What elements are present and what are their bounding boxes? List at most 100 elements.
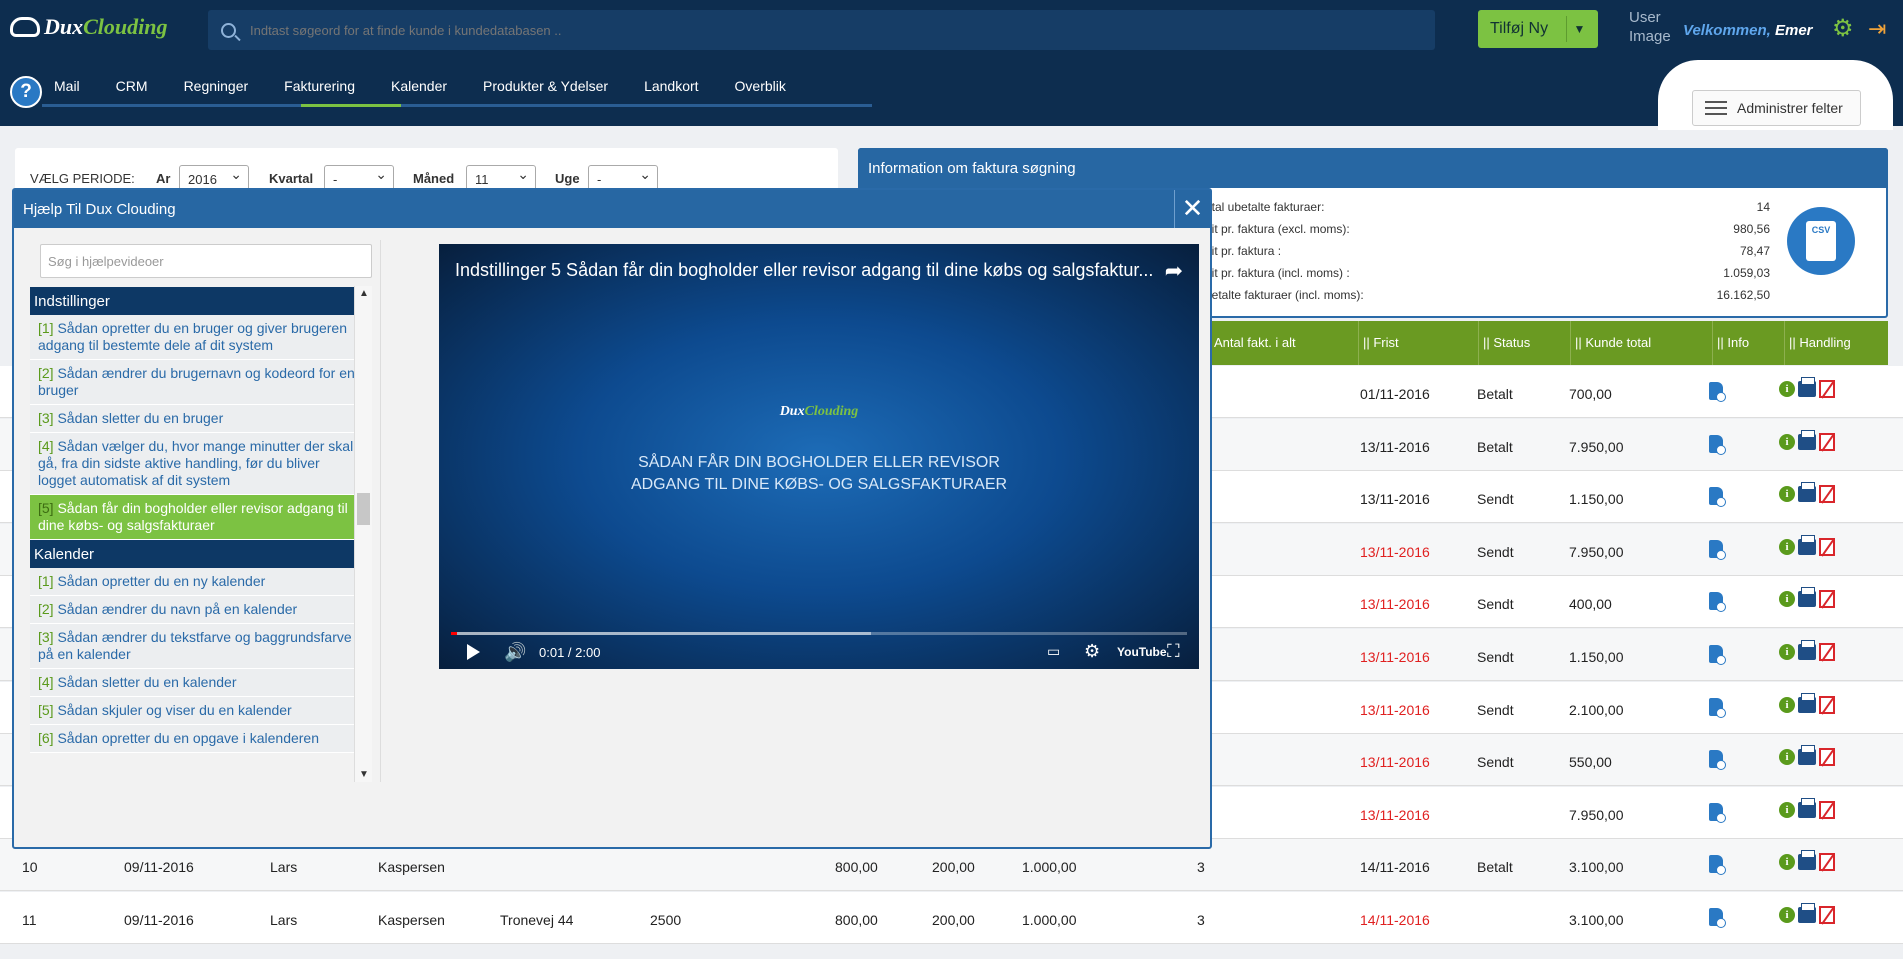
video-caption-line2: ADGANG TIL DINE KØBS- OG SALGSFAKTURAER [630, 476, 1008, 493]
nav-fakturering[interactable]: Fakturering [272, 74, 367, 108]
user-image[interactable]: User Image [1629, 8, 1679, 46]
col-info[interactable]: || Info [1712, 321, 1784, 365]
youtube-logo[interactable]: YouTube [1117, 645, 1167, 659]
delete-icon[interactable] [1819, 485, 1835, 504]
print-icon[interactable] [1798, 903, 1816, 923]
help-list-scrollbar[interactable]: ▲ ▼ [354, 286, 372, 782]
nav-mail[interactable]: Mail [42, 74, 92, 108]
help-video-item[interactable]: [4] Sådan vælger du, hvor mange minutter… [30, 433, 366, 495]
help-search-input[interactable]: Søg i hjælpevideoer [40, 244, 372, 278]
delete-icon[interactable] [1819, 537, 1835, 556]
csv-export-button[interactable]: CSV [1787, 207, 1855, 275]
invoice-info-icon[interactable] [1709, 487, 1726, 508]
video-title[interactable]: Indstillinger 5 Sådan får din bogholder … [455, 260, 1155, 281]
help-video-item[interactable]: [1] Sådan opretter du en bruger og giver… [30, 315, 366, 360]
details-icon[interactable]: i [1779, 591, 1795, 608]
help-video-item[interactable]: [4] Sådan sletter du en kalender [30, 669, 366, 697]
search-icon [221, 22, 236, 38]
invoice-info-icon[interactable] [1709, 645, 1726, 665]
video-progress-bar[interactable] [451, 632, 1187, 635]
delete-icon[interactable] [1819, 643, 1835, 661]
add-new-button[interactable]: Tilføj Ny ▼ [1478, 10, 1598, 48]
print-icon[interactable] [1798, 587, 1816, 608]
details-icon[interactable]: i [1779, 538, 1795, 555]
col-kunde-total[interactable]: || Kunde total [1570, 321, 1712, 365]
delete-icon[interactable] [1819, 748, 1835, 767]
nav-overblik[interactable]: Overblik [723, 74, 798, 108]
chevron-down-icon[interactable]: ▼ [1566, 16, 1592, 42]
delete-icon[interactable] [1819, 380, 1835, 398]
help-video-item[interactable]: [3] Sådan ændrer du tekstfarve og baggru… [30, 624, 366, 669]
help-video-item[interactable]: [3] Sådan sletter du en bruger [30, 405, 366, 433]
details-icon[interactable]: i [1779, 854, 1795, 871]
logo[interactable]: Dux Clouding [10, 10, 185, 44]
print-icon[interactable] [1798, 534, 1816, 555]
fullscreen-icon[interactable]: ⛶ [1167, 641, 1180, 662]
nav-kalender[interactable]: Kalender [379, 74, 459, 108]
help-video-item[interactable]: [5] Sådan får din bogholder eller reviso… [30, 495, 366, 540]
help-video-item[interactable]: [1] Sådan opretter du en ny kalender [30, 568, 366, 596]
print-icon[interactable] [1798, 745, 1816, 766]
print-icon[interactable] [1798, 377, 1816, 397]
col-handling[interactable]: || Handling [1784, 321, 1888, 365]
print-icon[interactable] [1798, 640, 1816, 660]
delete-icon[interactable] [1819, 800, 1835, 819]
col-antal[interactable]: Antal fakt. i alt [1210, 321, 1358, 365]
invoice-info-icon[interactable] [1709, 697, 1726, 718]
col-status[interactable]: || Status [1478, 321, 1570, 365]
invoice-info-icon[interactable] [1709, 750, 1726, 771]
logout-icon[interactable]: ⇥ [1868, 18, 1886, 40]
details-icon[interactable]: i [1779, 486, 1795, 503]
details-icon[interactable]: i [1779, 696, 1795, 713]
col-frist[interactable]: || Frist [1358, 321, 1478, 365]
delete-icon[interactable] [1819, 906, 1835, 924]
invoice-info-icon[interactable] [1709, 539, 1726, 560]
scroll-down-icon[interactable]: ▼ [359, 769, 369, 780]
details-icon[interactable]: i [1779, 381, 1795, 397]
video-settings-icon[interactable]: ⚙ [1084, 641, 1100, 662]
details-icon[interactable]: i [1779, 801, 1795, 818]
details-icon[interactable]: i [1779, 907, 1795, 923]
scroll-up-icon[interactable]: ▲ [359, 288, 369, 299]
delete-icon[interactable] [1819, 853, 1835, 872]
close-icon[interactable]: ✕ [1174, 190, 1210, 228]
help-video-item[interactable]: [2] Sådan ændrer du brugernavn og kodeor… [30, 360, 366, 405]
invoice-info-icon[interactable] [1709, 802, 1726, 823]
nav-crm[interactable]: CRM [104, 74, 160, 108]
cell-total: 2.100,00 [1569, 701, 1624, 718]
nav-regninger[interactable]: Regninger [172, 74, 261, 108]
gear-icon[interactable]: ⚙ [1832, 17, 1854, 41]
customer-search-input[interactable] [250, 22, 1350, 38]
help-button[interactable]: ? [10, 76, 42, 108]
video-player[interactable]: Indstillinger 5 Sådan får din bogholder … [439, 244, 1199, 669]
details-icon[interactable]: i [1779, 433, 1795, 450]
invoice-info-icon[interactable] [1709, 855, 1726, 876]
invoice-info-icon[interactable] [1709, 434, 1726, 455]
admin-fields-button[interactable]: Administrer felter [1692, 90, 1861, 126]
help-video-item[interactable]: [2] Sådan ændrer du navn på en kalender [30, 596, 366, 624]
print-icon[interactable] [1798, 692, 1816, 713]
delete-icon[interactable] [1819, 432, 1835, 451]
cell-frist: 14/11-2016 [1360, 859, 1430, 876]
invoice-info-icon[interactable] [1709, 592, 1726, 613]
volume-icon[interactable]: 🔊 [504, 642, 526, 663]
nav-landkort[interactable]: Landkort [632, 74, 710, 108]
table-row[interactable]: 11 09/11-2016 Lars Kaspersen Tronevej 44 2500… [0, 892, 1903, 944]
help-video-item[interactable]: [6] Sådan opretter du en opgave i kalend… [30, 725, 366, 753]
invoice-info-icon[interactable] [1709, 382, 1726, 402]
play-icon[interactable] [467, 644, 480, 660]
print-icon[interactable] [1798, 797, 1816, 818]
print-icon[interactable] [1798, 429, 1816, 450]
details-icon[interactable]: i [1779, 644, 1795, 660]
print-icon[interactable] [1798, 850, 1816, 871]
scroll-thumb[interactable] [357, 493, 370, 525]
captions-icon[interactable]: ▭ [1047, 643, 1060, 660]
print-icon[interactable] [1798, 482, 1816, 503]
help-video-item[interactable]: [5] Sådan skjuler og viser du en kalende… [30, 697, 366, 725]
details-icon[interactable]: i [1779, 749, 1795, 766]
nav-produkter[interactable]: Produkter & Ydelser [471, 74, 620, 108]
share-icon[interactable]: ➦ [1165, 258, 1183, 284]
delete-icon[interactable] [1819, 695, 1835, 714]
delete-icon[interactable] [1819, 590, 1835, 609]
invoice-info-icon[interactable] [1709, 908, 1726, 928]
